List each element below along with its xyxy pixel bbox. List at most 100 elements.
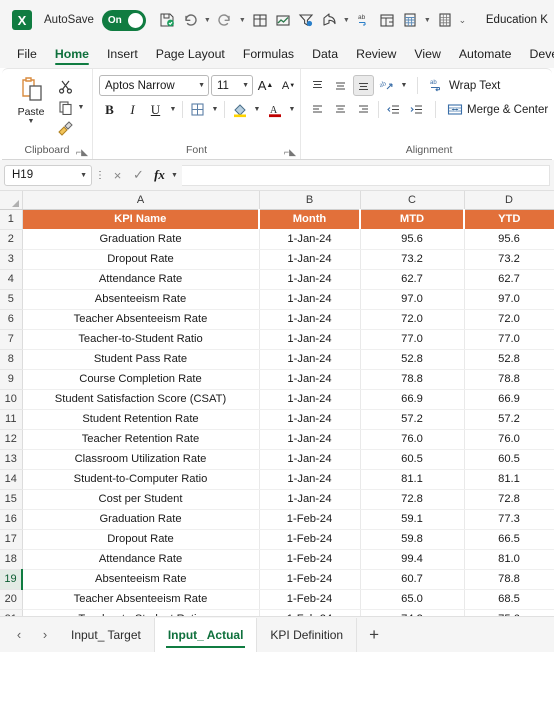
data-cell[interactable]: 1-Jan-24 bbox=[259, 289, 361, 310]
table-row[interactable]: 19 Absenteeism Rate 1-Feb-24 60.7 78.8 bbox=[0, 569, 554, 590]
font-size-caret-icon[interactable]: ▼ bbox=[242, 82, 249, 89]
data-cell[interactable]: 1-Jan-24 bbox=[259, 429, 361, 450]
data-cell[interactable]: 1-Feb-24 bbox=[259, 509, 361, 530]
insert-function-icon[interactable]: fx bbox=[150, 165, 169, 186]
tab-file[interactable]: File bbox=[8, 40, 46, 68]
data-cell[interactable]: 1-Jan-24 bbox=[259, 389, 361, 410]
align-center-icon[interactable] bbox=[330, 99, 351, 120]
row-header[interactable]: 8 bbox=[0, 349, 23, 370]
align-top-icon[interactable] bbox=[307, 75, 328, 96]
data-cell[interactable]: Graduation Rate bbox=[22, 509, 260, 530]
table-row[interactable]: 1 KPI Name Month MTD YTD bbox=[0, 209, 554, 230]
data-cell[interactable]: Cost per Student bbox=[22, 489, 260, 510]
decrease-font-size-icon[interactable]: A ▼ bbox=[278, 75, 299, 96]
paste-button[interactable]: Paste ▼ bbox=[8, 73, 54, 125]
formula-bar-options-icon[interactable]: ⋮ bbox=[94, 170, 106, 181]
calculate-icon[interactable] bbox=[399, 7, 421, 33]
table-row[interactable]: 3 Dropout Rate 1-Jan-24 73.2 73.2 bbox=[0, 249, 554, 270]
fill-color-caret-icon[interactable]: ▼ bbox=[252, 106, 262, 113]
undo-caret-icon[interactable]: ▼ bbox=[202, 7, 213, 33]
data-cell[interactable]: 76.0 bbox=[464, 429, 554, 450]
table-icon[interactable] bbox=[249, 7, 271, 33]
redo-icon[interactable] bbox=[214, 7, 236, 33]
undo-icon[interactable] bbox=[179, 7, 201, 33]
font-name-combobox[interactable]: Aptos Narrow ▼ bbox=[99, 75, 209, 96]
data-cell[interactable]: Teacher Absenteeism Rate bbox=[22, 309, 260, 330]
column-title-cell[interactable]: YTD bbox=[464, 209, 554, 229]
share-caret-icon[interactable]: ▼ bbox=[341, 7, 352, 33]
decrease-indent-icon[interactable] bbox=[383, 99, 404, 120]
tab-home[interactable]: Home bbox=[46, 40, 98, 68]
data-cell[interactable]: 1-Jan-24 bbox=[259, 269, 361, 290]
column-header-c[interactable]: C bbox=[360, 191, 465, 210]
redo-caret-icon[interactable]: ▼ bbox=[237, 7, 248, 33]
table-row[interactable]: 4 Attendance Rate 1-Jan-24 62.7 62.7 bbox=[0, 269, 554, 290]
data-cell[interactable]: 66.9 bbox=[360, 389, 465, 410]
data-cell[interactable]: Course Completion Rate bbox=[22, 369, 260, 390]
table-row[interactable]: 6 Teacher Absenteeism Rate 1-Jan-24 72.0 72.… bbox=[0, 309, 554, 330]
table-row[interactable]: 10 Student Satisfaction Score (CSAT) 1-Jan… bbox=[0, 389, 554, 410]
data-cell[interactable]: 1-Feb-24 bbox=[259, 549, 361, 570]
chart-icon[interactable] bbox=[272, 7, 294, 33]
align-left-icon[interactable] bbox=[307, 99, 328, 120]
cancel-entry-icon[interactable]: × bbox=[108, 165, 127, 186]
column-header-a[interactable]: A bbox=[22, 191, 260, 210]
sheet-tab-input-actual[interactable]: Input_ Actual bbox=[154, 617, 258, 652]
data-cell[interactable]: 65.0 bbox=[360, 589, 465, 610]
sheet-tab-kpi-definition[interactable]: KPI Definition bbox=[257, 617, 358, 652]
data-cell[interactable]: 1-Jan-24 bbox=[259, 309, 361, 330]
data-cell[interactable]: 78.8 bbox=[464, 369, 554, 390]
data-cell[interactable]: 1-Feb-24 bbox=[259, 529, 361, 550]
add-sheet-button[interactable]: + bbox=[357, 620, 391, 650]
row-header[interactable]: 14 bbox=[0, 469, 23, 490]
column-title-cell[interactable]: Month bbox=[259, 209, 361, 229]
data-cell[interactable]: 76.0 bbox=[360, 429, 465, 450]
data-cell[interactable]: 72.8 bbox=[464, 489, 554, 510]
data-cell[interactable]: 72.8 bbox=[360, 489, 465, 510]
column-header-d[interactable]: D bbox=[464, 191, 554, 210]
table-row[interactable]: 15 Cost per Student 1-Jan-24 72.8 72.8 bbox=[0, 489, 554, 510]
tab-formulas[interactable]: Formulas bbox=[234, 40, 303, 68]
data-cell[interactable]: Attendance Rate bbox=[22, 269, 260, 290]
tab-insert[interactable]: Insert bbox=[98, 40, 147, 68]
name-box[interactable]: H19 ▼ bbox=[4, 164, 92, 186]
tab-review[interactable]: Review bbox=[347, 40, 405, 68]
data-cell[interactable]: 97.0 bbox=[360, 289, 465, 310]
row-header[interactable]: 4 bbox=[0, 269, 23, 290]
data-cell[interactable]: 99.4 bbox=[360, 549, 465, 570]
underline-caret-icon[interactable]: ▼ bbox=[168, 106, 178, 113]
data-cell[interactable]: 68.5 bbox=[464, 589, 554, 610]
borders-icon[interactable] bbox=[187, 99, 208, 120]
select-all-corner[interactable] bbox=[0, 191, 23, 210]
data-cell[interactable]: Graduation Rate bbox=[22, 229, 260, 250]
next-sheet-icon[interactable]: › bbox=[32, 622, 58, 648]
underline-button[interactable]: U bbox=[145, 99, 166, 120]
data-cell[interactable]: 60.7 bbox=[360, 569, 465, 590]
data-cell[interactable]: Classroom Utilization Rate bbox=[22, 449, 260, 470]
row-header[interactable]: 10 bbox=[0, 389, 23, 410]
data-cell[interactable]: 1-Jan-24 bbox=[259, 349, 361, 370]
data-cell[interactable]: Absenteeism Rate bbox=[22, 569, 260, 590]
data-cell[interactable]: Teacher-to-Student Ratio bbox=[22, 329, 260, 350]
font-name-caret-icon[interactable]: ▼ bbox=[198, 82, 205, 89]
data-cell[interactable]: 52.8 bbox=[464, 349, 554, 370]
row-header[interactable]: 12 bbox=[0, 429, 23, 450]
sheet-icon[interactable] bbox=[434, 7, 456, 33]
data-cell[interactable]: 59.1 bbox=[360, 509, 465, 530]
wrap-text-button[interactable]: ab Wrap Text bbox=[426, 75, 503, 96]
data-cell[interactable]: Teacher Retention Rate bbox=[22, 429, 260, 450]
data-cell[interactable]: Teacher Absenteeism Rate bbox=[22, 589, 260, 610]
row-header[interactable]: 2 bbox=[0, 229, 23, 250]
font-color-icon[interactable]: A bbox=[264, 99, 285, 120]
orientation-icon[interactable]: ab bbox=[376, 75, 397, 96]
data-cell[interactable]: 1-Jan-24 bbox=[259, 469, 361, 490]
data-cell[interactable]: 1-Jan-24 bbox=[259, 409, 361, 430]
tab-data[interactable]: Data bbox=[303, 40, 347, 68]
data-cell[interactable]: 81.1 bbox=[360, 469, 465, 490]
orientation-caret-icon[interactable]: ▼ bbox=[399, 82, 409, 89]
data-cell[interactable]: 78.8 bbox=[360, 369, 465, 390]
customize-quick-access-icon[interactable]: ⌄ bbox=[457, 7, 468, 33]
tab-view[interactable]: View bbox=[405, 40, 449, 68]
data-cell[interactable]: 72.0 bbox=[464, 309, 554, 330]
italic-button[interactable]: I bbox=[122, 99, 143, 120]
